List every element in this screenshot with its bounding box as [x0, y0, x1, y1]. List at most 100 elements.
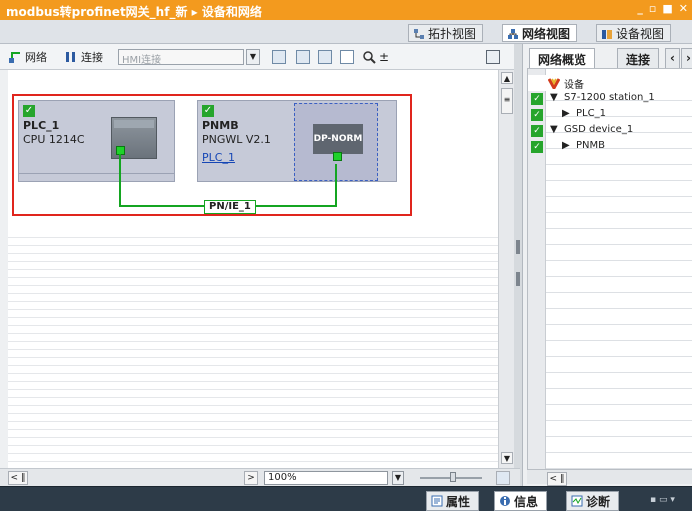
tree-row-label: S7-1200 station_1: [564, 92, 655, 103]
scroll-up-icon[interactable]: ▲: [501, 72, 513, 84]
inspector-tab-bar: 属性 信息 诊断 ▪ ▭ ▾: [0, 486, 692, 511]
check-icon: ✓: [531, 125, 543, 137]
panel-toggle-icon[interactable]: [486, 50, 500, 64]
zoom-icon: [363, 51, 376, 64]
window-title: modbus转profinet网关_hf_新 ▸ 设备和网络: [6, 5, 262, 19]
hmi-connection-select[interactable]: HMI连接: [118, 49, 244, 66]
network-toolbar: 网络 连接 HMI连接 ▼ ±: [0, 44, 520, 70]
module-label: DP-NORM: [313, 124, 363, 154]
overview-icon[interactable]: [496, 471, 510, 485]
network-label[interactable]: PN/IE_1: [204, 200, 256, 214]
tab-label: 信息: [514, 494, 539, 509]
tree-row-label: PNMB: [576, 140, 605, 151]
panel-layout-icon[interactable]: ▪ ▭ ▾: [650, 495, 686, 505]
device-name: PNMB: [202, 119, 239, 132]
device-name: PLC_1: [23, 119, 60, 132]
canvas-vertical-scrollbar[interactable]: ▲ ≡ ▼: [498, 70, 514, 468]
tab-info[interactable]: 信息: [494, 491, 548, 511]
scroll-thumb[interactable]: ≡: [501, 88, 513, 114]
check-icon: ✓: [531, 109, 543, 121]
connect-mode-icon: [66, 52, 75, 62]
table-icon[interactable]: [318, 50, 332, 64]
device-tree: 设备 ✓ ▼ S7-1200 station_1 ✓ ▶ PLC_1 ✓ ▼ G…: [527, 68, 692, 470]
tab-label: 诊断: [586, 494, 611, 509]
tab-connections[interactable]: 连接: [617, 48, 660, 68]
network-icon: [507, 28, 519, 40]
info-icon: [500, 496, 510, 506]
tree-header: 设备: [528, 75, 692, 91]
window-controls: _ ▫ ■ ✕: [637, 2, 688, 15]
tab-scroll-left-icon[interactable]: ‹: [665, 48, 680, 68]
devices-icon: [548, 78, 560, 89]
check-icon: ✓: [531, 93, 543, 105]
zoom-level-field[interactable]: 100%: [264, 471, 388, 485]
device-icon: [601, 28, 613, 40]
tree-row-pnmb[interactable]: ✓ ▶ PNMB: [528, 139, 692, 155]
check-icon: ✓: [202, 105, 214, 117]
network-button[interactable]: 网络: [8, 48, 47, 66]
maximize-icon[interactable]: ■: [662, 2, 672, 15]
tab-label: 属性: [446, 494, 471, 509]
slider-handle[interactable]: [450, 472, 456, 482]
title-bar: modbus转profinet网关_hf_新 ▸ 设备和网络 _ ▫ ■ ✕: [0, 0, 692, 20]
chevron-down-icon[interactable]: ▼: [392, 471, 404, 485]
tree-row-station[interactable]: ✓ ▼ S7-1200 station_1: [528, 91, 692, 107]
tree-row-label: GSD device_1: [564, 124, 634, 135]
expand-icon[interactable]: ▶: [562, 140, 570, 151]
scroll-right-icon[interactable]: >: [244, 471, 258, 485]
highlight-icon[interactable]: [272, 50, 286, 64]
tab-network-overview[interactable]: 网络概览: [529, 48, 596, 68]
tab-network-view[interactable]: 网络视图: [502, 24, 578, 42]
check-icon: ✓: [23, 105, 35, 117]
network-overview-panel: 网络概览 连接 ‹ › 设备 ✓ ▼ S7-1200 station_1 ✓ ▶…: [522, 44, 692, 486]
canvas-status-bar: < ‖ > 100% ▼: [0, 468, 520, 486]
tree-header-label: 设备: [564, 80, 584, 91]
scroll-left-icon[interactable]: < ‖: [8, 471, 28, 485]
connect-label: 连接: [81, 51, 103, 64]
tab-device-view[interactable]: 设备视图: [596, 24, 672, 42]
tab-properties[interactable]: 属性: [426, 491, 480, 511]
device-type: CPU 1214C: [23, 133, 85, 146]
diagnostics-icon: [571, 495, 583, 507]
network-label: 网络: [25, 51, 47, 64]
tree-row-plc[interactable]: ✓ ▶ PLC_1: [528, 107, 692, 123]
network-line[interactable]: [119, 154, 121, 206]
address-icon[interactable]: [296, 50, 310, 64]
close-icon[interactable]: ✕: [679, 2, 688, 15]
device-type: PNGWL V2.1: [202, 133, 271, 146]
device-pnmb[interactable]: ✓ PNMB PNGWL V2.1 PLC_1 DP-NORM: [197, 100, 397, 182]
network-line[interactable]: [335, 164, 337, 207]
page-break-icon[interactable]: [340, 50, 354, 64]
expand-icon[interactable]: ▶: [562, 108, 570, 119]
minimize-icon[interactable]: _: [637, 2, 643, 15]
tab-diagnostics[interactable]: 诊断: [566, 491, 620, 511]
tree-row-gsd[interactable]: ✓ ▼ GSD device_1: [528, 123, 692, 139]
tab-label: 网络视图: [522, 27, 571, 41]
assigned-controller-link[interactable]: PLC_1: [202, 151, 235, 164]
tab-topology-view[interactable]: 拓扑视图: [408, 24, 484, 42]
topology-icon: [413, 28, 425, 40]
scroll-left-icon[interactable]: < ‖: [547, 472, 567, 486]
network-canvas[interactable]: ✓ PLC_1 CPU 1214C ✓ PNMB PNGWL V2.1 PLC_…: [8, 70, 498, 468]
tree-row-label: PLC_1: [576, 108, 606, 119]
zoom-dropdown-icon: ±: [379, 50, 390, 64]
tree-horizontal-scrollbar[interactable]: < ‖: [527, 470, 692, 486]
scroll-down-icon[interactable]: ▼: [501, 452, 513, 464]
zoom-slider[interactable]: [420, 472, 482, 482]
view-tab-bar: 拓扑视图 网络视图 设备视图: [0, 20, 692, 44]
device-plc-1[interactable]: ✓ PLC_1 CPU 1214C: [18, 100, 175, 182]
properties-icon: [431, 495, 443, 507]
tab-label: 设备视图: [616, 27, 665, 41]
network-mode-icon: [9, 52, 20, 63]
tab-label: 拓扑视图: [428, 27, 477, 41]
expand-icon[interactable]: ▼: [550, 124, 558, 135]
restore-icon[interactable]: ▫: [649, 2, 656, 15]
check-icon: ✓: [531, 141, 543, 153]
panel-splitter[interactable]: [514, 44, 522, 486]
expand-icon[interactable]: ▼: [550, 92, 558, 103]
zoom-button[interactable]: ±: [362, 48, 389, 66]
chevron-down-icon[interactable]: ▼: [246, 49, 260, 65]
tab-scroll-right-icon[interactable]: ›: [681, 48, 692, 68]
connect-button[interactable]: 连接: [64, 48, 103, 66]
profinet-port-icon[interactable]: [333, 152, 342, 161]
